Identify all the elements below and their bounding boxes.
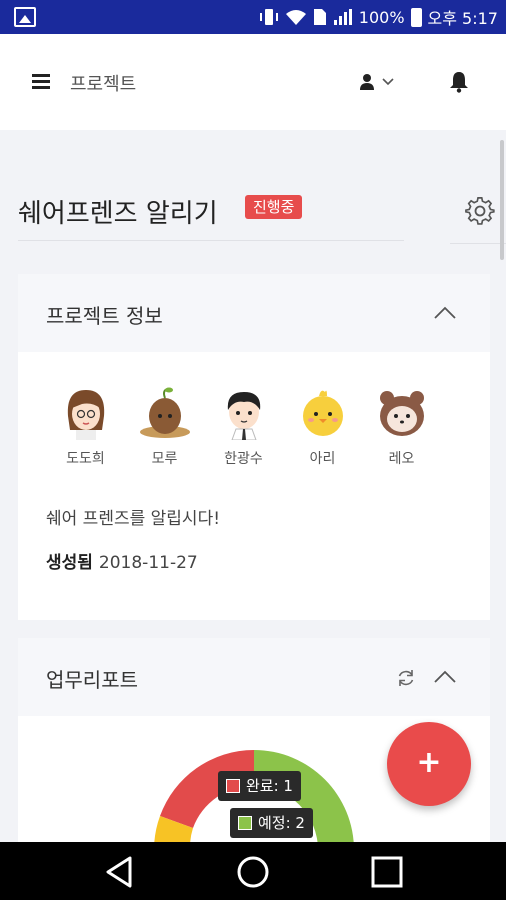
card-header[interactable]: 프로젝트 정보	[18, 274, 490, 352]
girl-avatar-icon	[67, 390, 104, 440]
potato-avatar-icon	[139, 387, 190, 438]
status-time: 오후 5:17	[427, 9, 498, 28]
member-name: 모루	[151, 451, 178, 467]
user-menu[interactable]	[360, 70, 394, 94]
project-description: 쉐어 프렌즈를 알립시다!	[46, 509, 221, 529]
chick-avatar-icon	[302, 390, 343, 436]
card-title: 업무리포트	[46, 668, 138, 692]
page-title: 쉐어프렌즈 알리기	[18, 199, 218, 229]
card-header[interactable]: 업무리포트	[18, 638, 490, 716]
chevron-up-icon[interactable]	[434, 306, 456, 320]
image-icon	[14, 7, 36, 27]
chart-tooltip: 완료: 1	[218, 771, 301, 801]
legend-label: 완료: 1	[246, 777, 293, 795]
member-name: 레오	[388, 451, 415, 467]
home-icon[interactable]	[233, 852, 273, 892]
status-badge: 진행중	[245, 195, 303, 219]
chevron-down-icon	[382, 78, 394, 86]
card-title: 프로젝트 정보	[46, 304, 163, 328]
battery-percent: 100%	[358, 7, 405, 27]
member-item[interactable]: 모루	[125, 386, 204, 468]
app-bar: 프로젝트	[0, 34, 506, 130]
navigation-bar	[0, 842, 506, 900]
status-bar: 100% 오후 5:17	[0, 0, 506, 34]
back-icon[interactable]	[100, 852, 140, 892]
add-button[interactable]: +	[387, 722, 471, 806]
chart-tooltip: 예정: 2	[230, 808, 313, 838]
member-item[interactable]: 도도희	[46, 386, 125, 468]
boy-avatar-icon	[227, 392, 260, 440]
legend-swatch	[238, 816, 252, 830]
refresh-icon[interactable]	[396, 668, 416, 688]
created-value: 2018-11-27	[98, 553, 198, 573]
user-icon	[360, 74, 374, 90]
member-item[interactable]: 레오	[362, 386, 441, 468]
chevron-up-icon[interactable]	[434, 670, 456, 684]
app-bar-title: 프로젝트	[70, 74, 137, 95]
member-name: 한광수	[224, 451, 263, 467]
sim-icon	[313, 9, 326, 25]
project-info-card: 프로젝트 정보 도도희 모루 한광수 아리 레오 쉐어 프렌즈를 알립시다! 생…	[18, 274, 490, 620]
scrollbar[interactable]	[500, 140, 504, 260]
divider	[450, 243, 506, 244]
menu-icon[interactable]	[32, 74, 50, 90]
card-body: 도도희 모루 한광수 아리 레오 쉐어 프렌즈를 알립시다! 생성됨 2018-…	[18, 352, 490, 620]
bell-icon[interactable]	[449, 71, 469, 93]
divider	[18, 240, 404, 241]
battery-icon	[410, 7, 422, 27]
member-name: 아리	[309, 451, 336, 467]
legend-swatch	[226, 779, 240, 793]
created-date: 생성됨 2018-11-27	[46, 548, 198, 573]
legend-label: 예정: 2	[258, 814, 305, 832]
member-item[interactable]: 한광수	[204, 386, 283, 468]
wifi-icon	[285, 10, 306, 25]
member-name: 도도희	[66, 451, 105, 467]
vibrate-icon	[259, 9, 278, 25]
member-item[interactable]: 아리	[283, 386, 362, 468]
signal-icon	[333, 9, 352, 25]
raccoon-avatar-icon	[379, 391, 424, 436]
member-list: 도도희 모루 한광수 아리 레오	[46, 386, 441, 468]
created-label: 생성됨	[46, 553, 93, 573]
recents-icon[interactable]	[367, 852, 407, 892]
gear-icon[interactable]	[465, 196, 495, 226]
